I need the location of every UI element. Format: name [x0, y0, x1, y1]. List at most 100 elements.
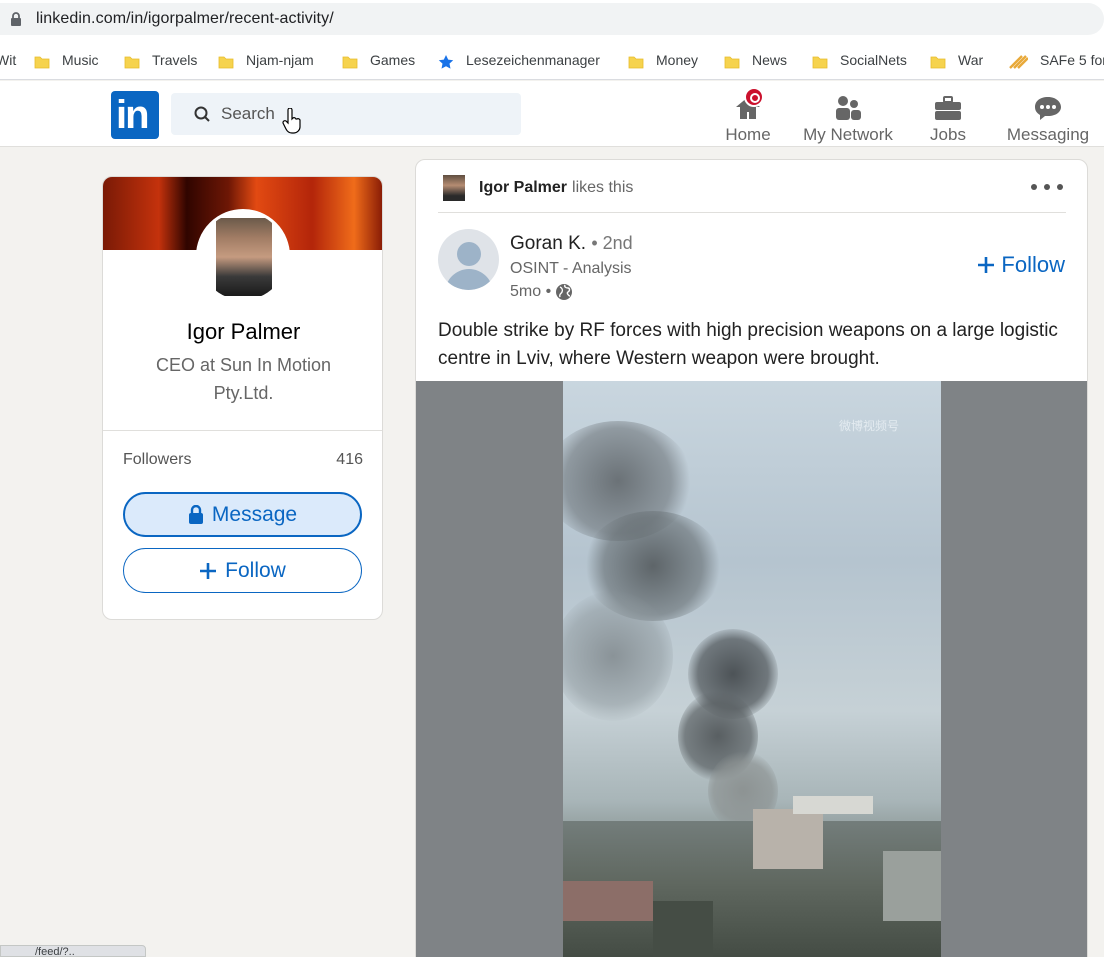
bookmark-news[interactable]: News	[724, 46, 787, 74]
bookmark-wit[interactable]: Wit	[0, 46, 16, 74]
top-navigation: in Home My Network Jobs Messaging	[0, 81, 1104, 147]
logo-text: in	[116, 93, 150, 137]
folder-icon	[812, 54, 828, 68]
bookmark-label: SAFe 5 for	[1040, 52, 1104, 68]
nav-jobs[interactable]: Jobs	[918, 87, 978, 144]
bookmark-label: Games	[370, 52, 416, 68]
bookmark-njam-njam[interactable]: Njam-njam	[218, 46, 314, 74]
post-timestamp: 5mo •	[510, 283, 573, 301]
activity-text: likes this	[572, 179, 634, 196]
folder-icon	[34, 54, 50, 68]
globe-icon	[556, 284, 573, 300]
more-options-icon[interactable]	[1031, 182, 1063, 192]
bookmark-label: War	[958, 52, 984, 68]
lock-icon	[188, 504, 204, 525]
folder-icon	[342, 54, 358, 68]
actor-avatar[interactable]	[443, 175, 465, 201]
folder-icon	[628, 54, 644, 68]
followers-label: Followers	[123, 451, 192, 468]
feed-post: Igor Palmer likes this Goran K. • 2nd OS…	[415, 159, 1088, 957]
city-skyline	[563, 796, 941, 957]
profile-photo	[216, 218, 272, 296]
status-bar-url: /feed/?..	[0, 945, 146, 957]
bookmark-label: Money	[656, 52, 699, 68]
notification-badge	[744, 87, 764, 107]
profile-title: CEO at Sun In Motion Pty.Ltd.	[155, 355, 332, 403]
activity-actor[interactable]: Igor Palmer	[479, 179, 567, 197]
video-frame: 微博视频号	[563, 381, 941, 957]
nav-messaging-label: Messaging	[1006, 125, 1090, 144]
post-time-text: 5mo •	[510, 283, 552, 300]
hand-cursor-icon	[282, 108, 301, 134]
profile-divider	[103, 430, 382, 431]
default-avatar-body	[445, 269, 493, 290]
lock-icon	[10, 12, 22, 26]
linkedin-logo[interactable]: in	[111, 91, 159, 139]
connection-degree: • 2nd	[591, 233, 633, 253]
activity-header: Igor Palmer likes this	[443, 175, 633, 201]
plus-icon	[199, 562, 217, 580]
message-button[interactable]: Message	[123, 492, 362, 537]
profile-follow-button[interactable]: Follow	[123, 548, 362, 593]
bookmark-label: Music	[62, 52, 99, 68]
bookmark-label: News	[752, 52, 788, 68]
search-box[interactable]	[171, 93, 521, 135]
messaging-icon	[1035, 97, 1061, 120]
building	[793, 796, 873, 814]
author-name[interactable]: Goran K. • 2nd	[510, 233, 633, 255]
building	[883, 851, 941, 921]
smoke-cloud-left-3	[563, 591, 673, 721]
browser-address-bar: linkedin.com/in/igorpalmer/recent-activi…	[0, 0, 1104, 40]
trees	[653, 901, 713, 957]
bookmark-label: Njam-njam	[246, 52, 314, 68]
profile-card: Igor Palmer CEO at Sun In Motion Pty.Ltd…	[102, 176, 383, 620]
bookmark-war[interactable]: War	[930, 46, 983, 74]
briefcase-icon	[935, 96, 961, 120]
bookmark-label: Travels	[152, 52, 198, 68]
nav-my-network[interactable]: My Network	[798, 87, 898, 144]
post-video[interactable]: 微博视频号	[416, 381, 1087, 957]
safe-icon	[1008, 54, 1028, 69]
network-icon	[836, 96, 861, 120]
bookmarks-bar: Wit Music Travels Njam-njam Games Lesezeichen…	[0, 40, 1104, 80]
bookmark-money[interactable]: Money	[628, 46, 698, 74]
nav-my-network-label: My Network	[803, 125, 893, 144]
default-avatar-head	[457, 242, 481, 266]
bookmark-socialnets[interactable]: SocialNets	[812, 46, 907, 74]
bookmark-label: Wit	[0, 52, 17, 68]
post-divider	[438, 212, 1066, 213]
url-field[interactable]: linkedin.com/in/igorpalmer/recent-activi…	[0, 3, 1104, 35]
post-follow-button[interactable]: Follow	[977, 252, 1065, 278]
bookmark-games[interactable]: Games	[342, 46, 415, 74]
building	[563, 881, 653, 921]
post-body-text: Double strike by RF forces with high pre…	[438, 320, 1058, 369]
author-headline: OSINT - Analysis	[510, 260, 632, 277]
url-text: linkedin.com/in/igorpalmer/recent-activi…	[36, 10, 334, 27]
search-icon	[194, 106, 210, 122]
bookmark-label: Lesezeichenmanager	[466, 52, 600, 68]
folder-icon	[930, 54, 946, 68]
folder-icon	[218, 54, 234, 68]
profile-follow-label: Follow	[225, 558, 286, 582]
plus-icon	[977, 256, 995, 274]
folder-icon	[724, 54, 740, 68]
followers-count: 416	[336, 451, 363, 468]
nav-jobs-label: Jobs	[930, 125, 966, 144]
folder-icon	[124, 54, 140, 68]
search-input[interactable]	[221, 104, 471, 124]
author-name-text: Goran K.	[510, 233, 587, 254]
nav-home[interactable]: Home	[718, 87, 778, 144]
bookmark-safe-5-for[interactable]: SAFe 5 for	[1008, 46, 1104, 74]
message-button-label: Message	[211, 502, 298, 526]
bookmark-travels[interactable]: Travels	[124, 46, 197, 74]
nav-home-label: Home	[725, 125, 771, 144]
nav-messaging[interactable]: Messaging	[1004, 87, 1092, 144]
bookmark-lesezeichenmanager[interactable]: Lesezeichenmanager	[438, 46, 600, 74]
profile-name[interactable]: Igor Palmer	[103, 319, 382, 345]
bookmark-music[interactable]: Music	[34, 46, 99, 74]
star-icon	[438, 54, 454, 69]
video-watermark: 微博视频号	[839, 419, 900, 433]
building	[753, 809, 823, 869]
profile-avatar[interactable]	[196, 209, 290, 303]
author-avatar[interactable]	[438, 229, 499, 290]
